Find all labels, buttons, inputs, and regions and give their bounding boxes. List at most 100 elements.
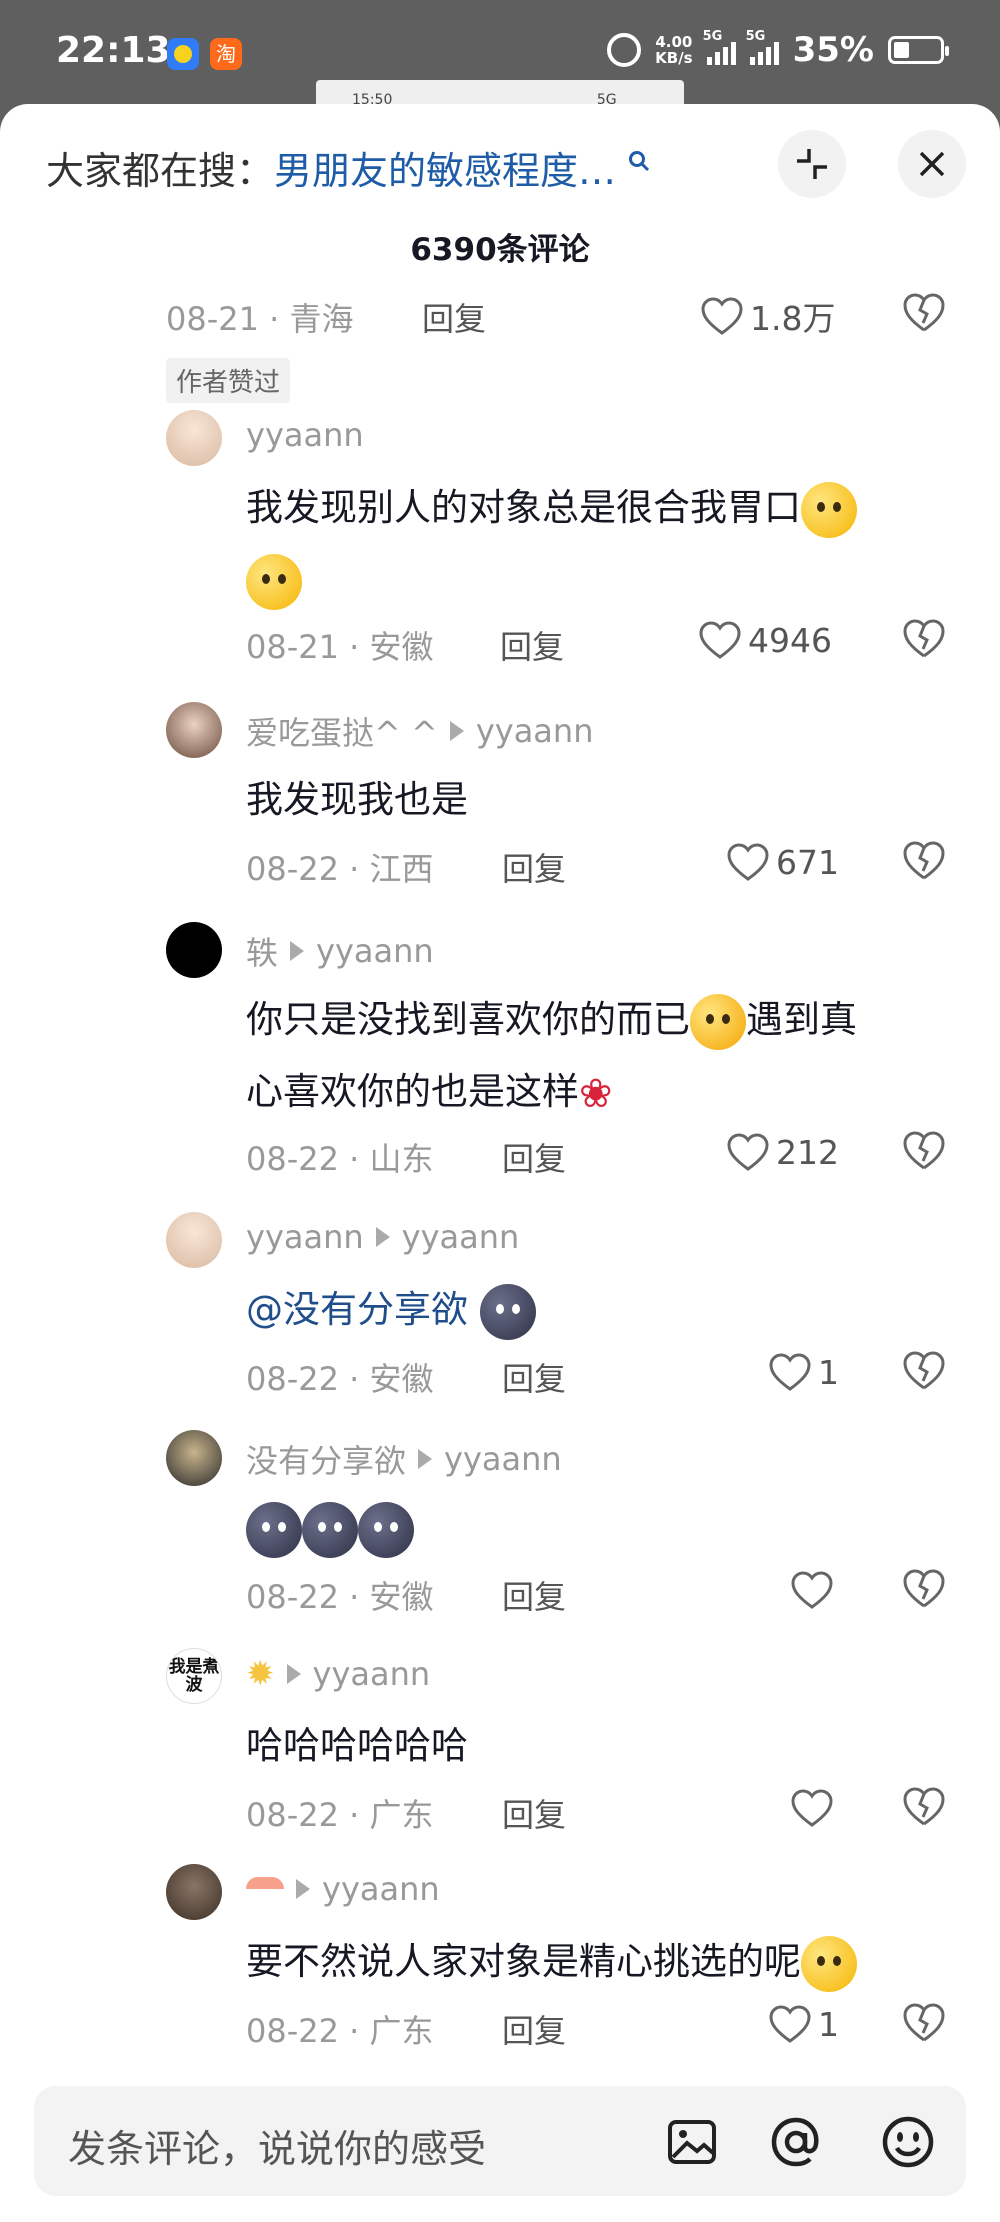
like-count: 1 <box>818 1352 839 1392</box>
like-count: 1.8万 <box>750 299 836 338</box>
emoji-icon <box>801 1935 857 1992</box>
comment-text-part: 心喜欢你的也是这样 <box>246 1070 579 1113</box>
close-icon <box>919 151 945 177</box>
reply-arrow-icon <box>449 721 464 741</box>
author-name[interactable]: 轶 <box>246 928 278 974</box>
like-button[interactable]: 671 <box>726 842 839 882</box>
avatar[interactable] <box>166 922 222 978</box>
reply-to-name[interactable]: yyaann <box>322 1870 440 1908</box>
network-speed-unit: KB/s <box>655 49 693 67</box>
like-button[interactable] <box>790 1570 834 1610</box>
heart-icon <box>701 297 743 335</box>
reply-button[interactable]: 回复 <box>502 844 566 890</box>
sun-icon: ✹ <box>246 1654 275 1694</box>
mention-link[interactable]: @没有分享欲 <box>246 1288 468 1331</box>
author-name[interactable]: 没有分享欲 <box>246 1436 406 1482</box>
collapse-button[interactable] <box>778 130 846 198</box>
heart-icon <box>727 1133 769 1171</box>
heart-icon <box>791 1571 833 1609</box>
reply-button[interactable]: 回复 <box>422 294 486 340</box>
status-bar: 22:13 淘 4.00 KB/s 5G 5G 35% 15:50 5G <box>0 0 1000 120</box>
like-button[interactable]: 4946 <box>698 620 832 660</box>
comment-text <box>246 1492 414 1564</box>
reply-button[interactable]: 回复 <box>502 2006 566 2052</box>
reply-arrow-icon <box>286 1664 301 1684</box>
emoji-icon <box>302 1501 358 1558</box>
battery-icon <box>888 36 949 64</box>
author-name[interactable]: yyaann <box>246 1218 364 1256</box>
dislike-icon[interactable] <box>902 2000 946 2044</box>
mention-button[interactable] <box>768 2114 824 2170</box>
comment-input[interactable]: 发条评论，说说你的感受 <box>68 2118 486 2173</box>
avatar[interactable] <box>166 1864 222 1920</box>
dislike-icon[interactable] <box>902 290 946 334</box>
reply-button[interactable]: 回复 <box>500 622 564 668</box>
status-time: 22:13 <box>56 30 171 71</box>
reply-button[interactable]: 回复 <box>502 1354 566 1400</box>
comment-author[interactable]: yyaann <box>246 1870 440 1908</box>
dislike-icon[interactable] <box>902 1784 946 1828</box>
comment-text: 哈哈哈哈哈哈 <box>246 1724 468 1767</box>
network-speed-value: 4.00 <box>655 33 693 51</box>
author-name[interactable]: yyaann <box>246 416 364 454</box>
comment-author[interactable]: yyaann <box>246 416 364 454</box>
emoji-icon <box>358 1501 414 1558</box>
heart-icon <box>769 1353 811 1391</box>
comment-text-content: 要不然说人家对象是精心挑选的呢 <box>246 1940 801 1983</box>
avatar[interactable] <box>166 1212 222 1268</box>
emoji-button[interactable] <box>880 2114 936 2170</box>
avatar[interactable] <box>166 410 222 466</box>
like-button[interactable]: 1.8万 <box>700 292 835 340</box>
avatar[interactable]: 我是煮波 <box>166 1648 222 1704</box>
comment-meta: 08-21 · 安徽 <box>246 628 434 666</box>
like-button[interactable]: 212 <box>726 1132 839 1172</box>
comment-count: 6390条评论 <box>410 232 590 268</box>
comment-author[interactable]: ✹ yyaann <box>246 1654 430 1694</box>
sushi-icon <box>246 1877 284 1901</box>
reply-button[interactable]: 回复 <box>502 1572 566 1618</box>
dislike-icon[interactable] <box>902 1128 946 1172</box>
like-button[interactable]: 1 <box>768 2004 839 2044</box>
reply-button[interactable]: 回复 <box>502 1790 566 1836</box>
at-icon <box>771 2117 819 2167</box>
reply-to-name[interactable]: yyaann <box>402 1218 520 1256</box>
author-name[interactable]: 爱吃蛋挞^ ^ <box>246 708 438 754</box>
search-suggestion-keyword[interactable]: 男朋友的敏感程度… <box>274 149 616 193</box>
image-button[interactable] <box>664 2114 720 2170</box>
like-button[interactable]: 1 <box>768 1352 839 1392</box>
comment-text-content: 我发现别人的对象总是很合我胃口 <box>246 486 801 529</box>
comment-text-part: 遇到真 <box>746 998 857 1041</box>
author-liked-badge: 作者赞过 <box>166 358 291 403</box>
taobao-notification-icon: 淘 <box>210 38 242 70</box>
comment-meta: 08-22 · 江西 <box>246 850 434 888</box>
reply-to-name[interactable]: yyaann <box>313 1655 431 1693</box>
dislike-icon[interactable] <box>902 1566 946 1610</box>
reply-to-name[interactable]: yyaann <box>476 712 594 750</box>
dislike-icon[interactable] <box>902 616 946 660</box>
comment-meta: 08-21 · 青海 <box>166 300 354 338</box>
battery-percent: 35% <box>792 30 874 70</box>
comment-meta: 08-22 · 安徽 <box>246 1360 434 1398</box>
reply-arrow-icon <box>290 941 305 961</box>
comment-author[interactable]: 没有分享欲 yyaann <box>246 1436 562 1482</box>
avatar[interactable] <box>166 1430 222 1486</box>
like-button[interactable] <box>790 1788 834 1828</box>
reply-to-name[interactable]: yyaann <box>316 932 434 970</box>
heart-icon <box>699 621 741 659</box>
reply-arrow-icon <box>418 1449 433 1469</box>
search-suggestion[interactable]: 大家都在搜：男朋友的敏感程度… <box>46 140 650 195</box>
comment-author[interactable]: 轶 yyaann <box>246 928 434 974</box>
comment-input-bar[interactable]: 发条评论，说说你的感受 <box>34 2086 966 2196</box>
reply-to-name[interactable]: yyaann <box>444 1440 562 1478</box>
collapse-icon <box>797 149 827 179</box>
close-button[interactable] <box>898 130 966 198</box>
avatar[interactable] <box>166 702 222 758</box>
comment-text: 我发现我也是 <box>246 778 468 821</box>
dislike-icon[interactable] <box>902 838 946 882</box>
status-indicators: 4.00 KB/s 5G 5G 35% <box>607 29 949 70</box>
emoji-icon <box>801 481 857 538</box>
dislike-icon[interactable] <box>902 1348 946 1392</box>
comment-author[interactable]: yyaann yyaann <box>246 1218 519 1256</box>
comment-author[interactable]: 爱吃蛋挞^ ^ yyaann <box>246 708 593 754</box>
reply-button[interactable]: 回复 <box>502 1134 566 1180</box>
